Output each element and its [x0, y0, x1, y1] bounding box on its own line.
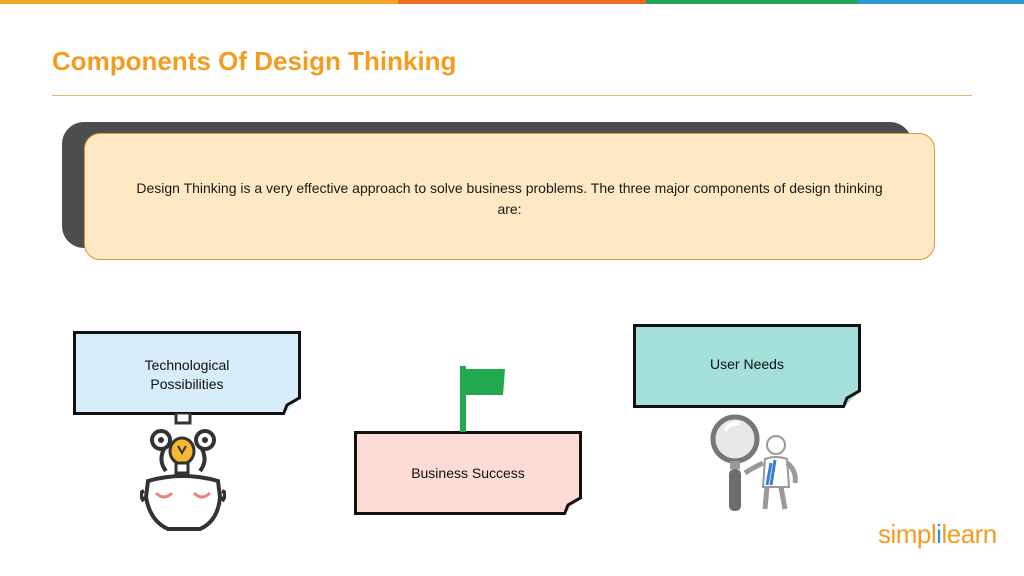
magnifier-person-icon [710, 414, 798, 511]
top-color-bar [0, 0, 1024, 4]
page-fold-icon [843, 390, 861, 408]
page-fold-icon [564, 497, 582, 515]
card-tech-label-line1: Technological [144, 357, 230, 373]
page-fold-icon [283, 397, 301, 415]
topbar-segment-blue [858, 0, 1024, 4]
card-technological-possibilities: Technological Possibilities [73, 331, 301, 415]
card-tech-label-line2: Possibilities [150, 376, 224, 392]
simplilearn-logo: simplilearn [878, 519, 997, 550]
card-user-label: User Needs [710, 356, 784, 372]
topbar-segment-yellow [0, 0, 398, 4]
card-user-needs: User Needs [633, 324, 861, 408]
card-biz-label: Business Success [411, 464, 525, 481]
green-flag-icon [460, 366, 505, 432]
card-business-success: Business Success [354, 431, 582, 515]
logo-text-part3: learn [941, 519, 997, 549]
intro-box: Design Thinking is a very effective appr… [84, 133, 935, 260]
logo-text-part1: simpl [878, 519, 937, 549]
topbar-segment-green [646, 0, 858, 4]
slide-title: Components Of Design Thinking [52, 46, 457, 76]
topbar-segment-orange [398, 0, 646, 4]
title-divider [52, 95, 972, 96]
head-lightbulb-icon [140, 413, 226, 531]
intro-text: Design Thinking is a very effective appr… [136, 180, 883, 217]
